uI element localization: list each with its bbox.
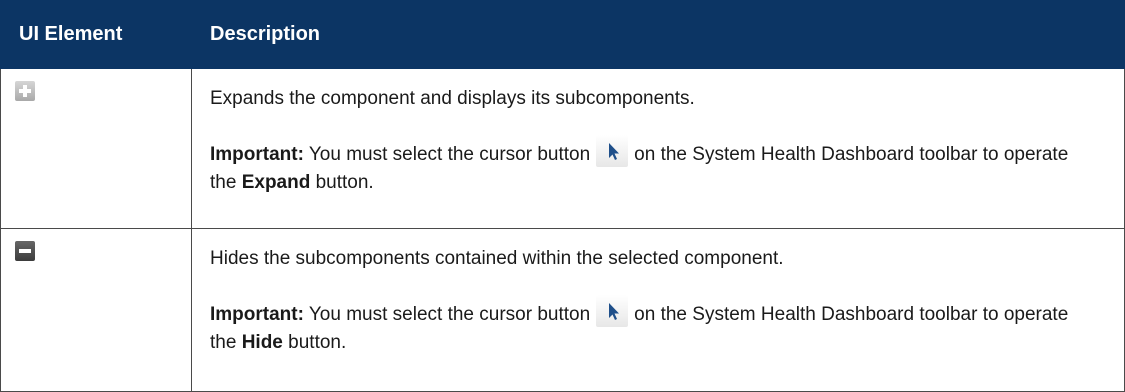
row-description: Hides the subcomponents contained within… [210,248,784,269]
table-header: UI Element Description [0,0,1125,69]
note-button-name: Hide [241,332,283,353]
note-text-end: button. [288,332,347,353]
note-text: You must select the cursor button [308,304,591,325]
description-cell: Hides the subcomponents contained within… [191,228,1125,392]
table-row: Expands the component and displays its s… [0,68,1125,229]
note-text-end: button. [315,172,374,193]
note-button-name: Expand [241,172,311,193]
note-text: You must select the cursor button [308,144,591,165]
cursor-arrow-icon [596,295,629,327]
description-cell: Expands the component and displays its s… [191,68,1125,229]
ui-element-cell [0,228,192,392]
important-note: Important: You must select the cursor bu… [210,135,1094,197]
table-row: Hides the subcomponents contained within… [0,228,1125,392]
ui-elements-table: UI Element Description Expands the compo… [0,0,1125,392]
header-description: Description [191,0,1125,69]
note-label: Important: [210,144,304,165]
row-description: Expands the component and displays its s… [210,88,695,109]
cursor-arrow-icon [596,135,629,167]
collapse-minus-icon [15,241,35,261]
important-note: Important: You must select the cursor bu… [210,295,1094,357]
ui-element-cell [0,68,192,229]
expand-plus-icon [15,81,35,101]
note-label: Important: [210,304,304,325]
header-row: UI Element Description [0,0,1125,69]
header-ui-element: UI Element [0,0,192,69]
